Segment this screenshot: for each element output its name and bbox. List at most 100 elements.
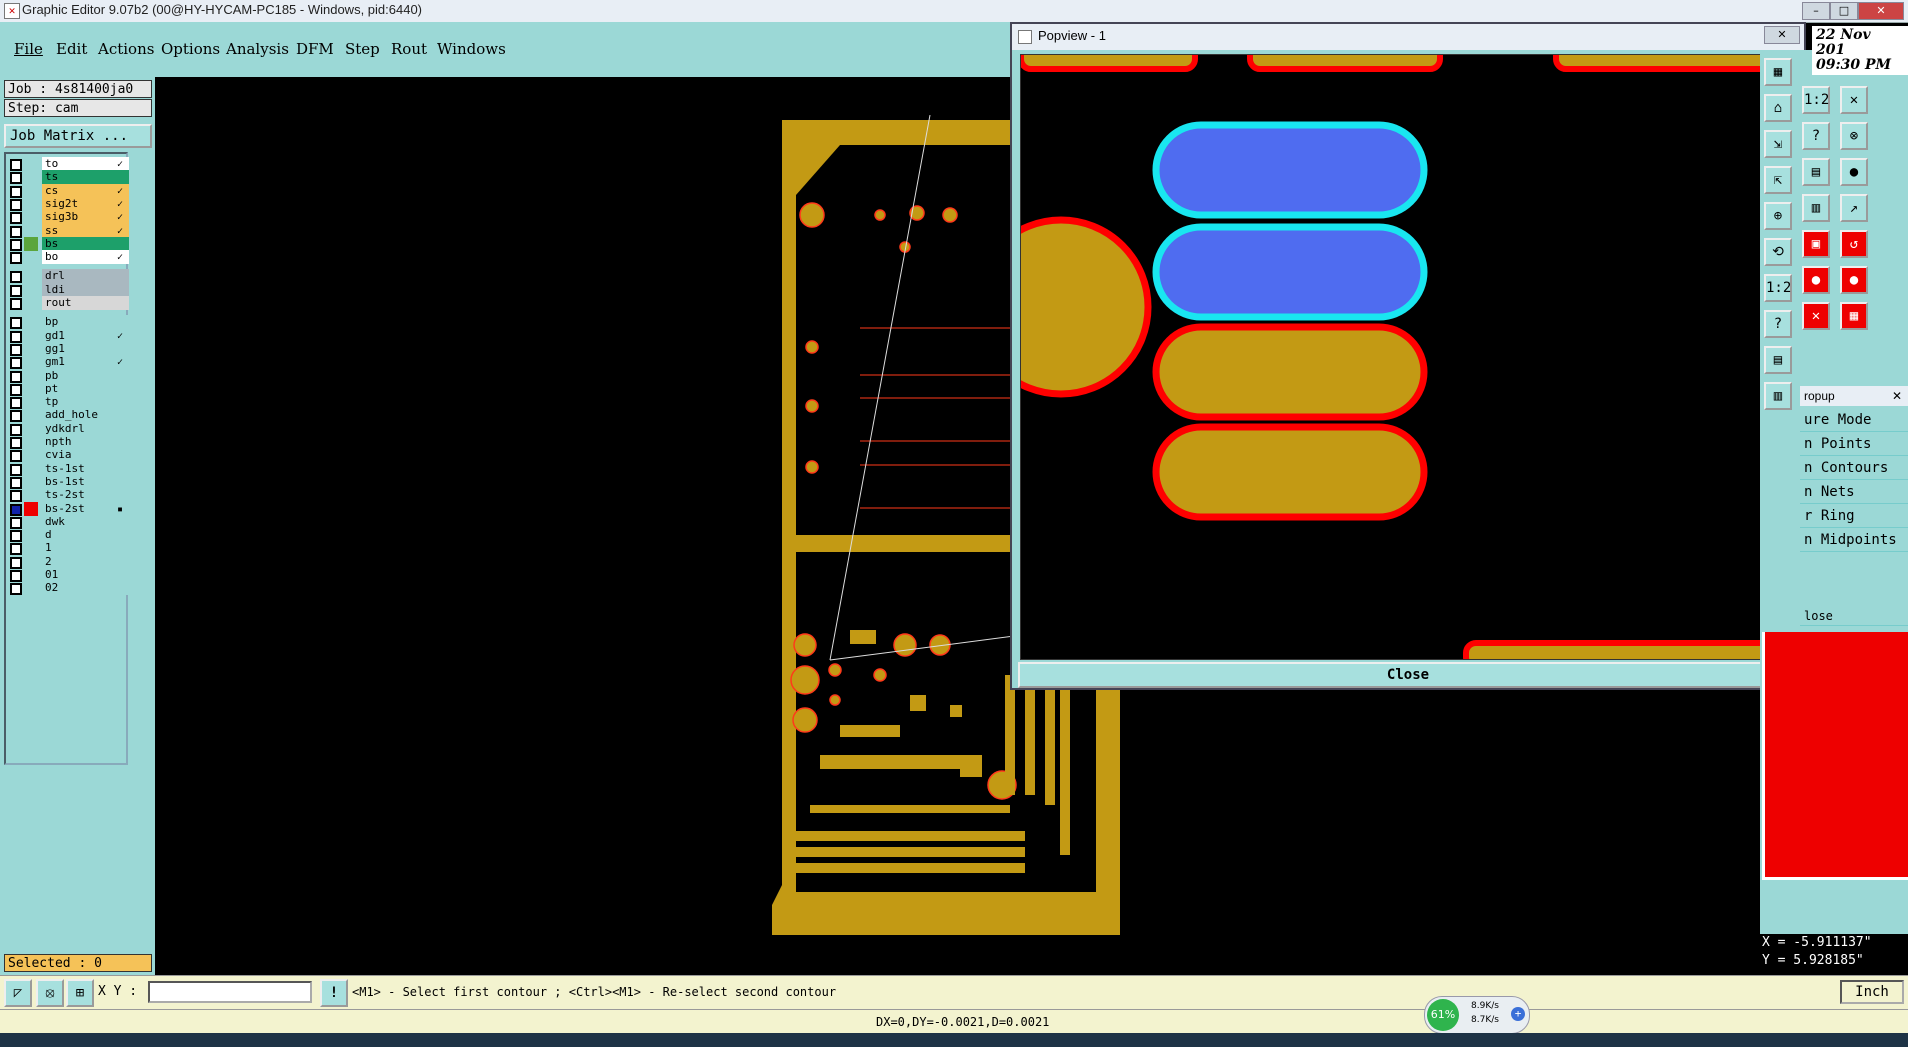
tool-button-icon[interactable]: ⇱ xyxy=(1764,166,1792,194)
layer-checkbox[interactable] xyxy=(10,583,22,596)
selected-oblong-pad-1[interactable] xyxy=(1152,121,1428,219)
units-selector[interactable]: Inch xyxy=(1840,980,1904,1004)
layer-affected-mark: ✓ xyxy=(116,252,123,264)
tool-button-icon[interactable]: ● xyxy=(1840,158,1868,186)
tool-button-icon[interactable]: ▦ xyxy=(1764,58,1792,86)
tool-button-icon[interactable]: ⇲ xyxy=(1764,130,1792,158)
snap-popup-title: ropup ✕ xyxy=(1800,386,1908,406)
snap-popup-title-text: ropup xyxy=(1804,389,1835,403)
tool-button-icon[interactable]: ▤ xyxy=(1802,158,1830,186)
selected-oblong-pad-2[interactable] xyxy=(1152,223,1428,321)
tool-button-icon[interactable]: ? xyxy=(1764,310,1792,338)
menu-rout[interactable]: Rout xyxy=(391,40,427,58)
window-titlebar: ✕ Graphic Editor 9.07b2 (00@HY-HYCAM-PC1… xyxy=(0,0,1908,23)
tool-button-icon[interactable]: ✕ xyxy=(1840,86,1868,114)
menu-step[interactable]: Step xyxy=(345,40,380,58)
tool-button-icon[interactable]: ✕ xyxy=(1802,302,1830,330)
alert-icon[interactable]: ! xyxy=(320,979,348,1007)
pad-top-middle xyxy=(1247,55,1443,72)
tool-button-icon[interactable]: ● xyxy=(1840,266,1868,294)
layer-color-swatch[interactable] xyxy=(24,296,38,310)
tool-button-icon[interactable]: ▣ xyxy=(1802,230,1830,258)
tool-button-icon[interactable]: ● xyxy=(1802,266,1830,294)
layer-checkbox[interactable] xyxy=(10,252,22,265)
snap-item-nets[interactable]: n Nets xyxy=(1800,480,1908,504)
delta-readout: DX=0,DY=-0.0021,D=0.0021 xyxy=(876,1015,1050,1029)
layer-color-preview xyxy=(1762,632,1908,880)
tool-button-icon[interactable]: ⌂ xyxy=(1764,94,1792,122)
menu-bar: File Edit Actions Options Analysis DFM S… xyxy=(0,22,1010,77)
popview-window: Popview - 1 ✕ Close xyxy=(1010,22,1806,690)
popview-app-icon xyxy=(1018,30,1032,44)
pad-top-left xyxy=(1021,55,1198,72)
coordinate-y: Y = 5.928185" xyxy=(1762,953,1864,968)
layer-list: to ✓ ts cs ✓ sig2t ✓ sig3b ✓ ss ✓ bs bo ✓ drl ldi rout bp… xyxy=(4,152,129,765)
layer-row[interactable]: 02 xyxy=(6,580,129,596)
xy-label: X Y : xyxy=(98,984,138,999)
network-monitor[interactable]: 61% 8.9K/s 8.7K/s + xyxy=(1424,996,1530,1034)
menu-windows[interactable]: Windows xyxy=(437,40,506,58)
tool-button-icon[interactable]: ▥ xyxy=(1764,382,1792,410)
measure-icon[interactable]: ◸ xyxy=(4,979,32,1007)
xy-input[interactable] xyxy=(148,981,312,1003)
grid-icon[interactable]: ⊞ xyxy=(66,979,94,1007)
tool-button-icon[interactable]: ▦ xyxy=(1840,302,1868,330)
layer-color-swatch[interactable] xyxy=(24,250,38,264)
layer-row[interactable]: rout xyxy=(6,295,129,311)
menu-file[interactable]: File xyxy=(14,40,43,58)
popview-canvas[interactable] xyxy=(1020,54,1776,660)
oblong-pad-3[interactable] xyxy=(1152,323,1428,421)
snap-item-points[interactable]: n Points xyxy=(1800,432,1908,456)
window-title: Graphic Editor 9.07b2 (00@HY-HYCAM-PC185… xyxy=(22,2,423,17)
layer-row[interactable]: bo ✓ xyxy=(6,249,129,265)
os-taskbar xyxy=(0,1033,1908,1047)
tool-button-icon[interactable]: ↺ xyxy=(1840,230,1868,258)
tool-button-icon[interactable]: 1:2 xyxy=(1802,86,1830,114)
snap-popup-close-x[interactable]: ✕ xyxy=(1892,386,1902,406)
snap-popup-close[interactable]: lose xyxy=(1800,606,1908,626)
app-icon: ✕ xyxy=(4,3,20,19)
snap-icon[interactable]: ⦻ xyxy=(36,979,64,1007)
layer-color-swatch[interactable] xyxy=(24,581,38,595)
snap-popup: ropup ✕ ure Mode n Points n Contours n N… xyxy=(1800,386,1908,626)
pad-bottom-right xyxy=(1463,640,1775,659)
tool-button-icon[interactable]: ↗ xyxy=(1840,194,1868,222)
snap-item-midpoints[interactable]: n Midpoints xyxy=(1800,528,1908,552)
layer-checkbox[interactable] xyxy=(10,298,22,310)
tool-button-icon[interactable]: ⊗ xyxy=(1840,122,1868,150)
add-icon[interactable]: + xyxy=(1511,1007,1525,1021)
menu-analysis[interactable]: Analysis xyxy=(226,40,289,58)
layer-name[interactable]: bo ✓ xyxy=(42,250,129,265)
snap-item-ring[interactable]: r Ring xyxy=(1800,504,1908,528)
menu-actions[interactable]: Actions xyxy=(98,40,154,58)
clock: 22 Nov 201 09:30 PM xyxy=(1812,26,1908,75)
popview-close-x[interactable]: ✕ xyxy=(1764,26,1800,44)
round-pad xyxy=(1021,216,1152,398)
tool-button-icon[interactable]: ▥ xyxy=(1802,194,1830,222)
layer-name[interactable]: rout xyxy=(42,296,129,310)
tool-button-icon[interactable]: ⊕ xyxy=(1764,202,1792,230)
network-percent: 61% xyxy=(1427,999,1459,1031)
job-matrix-button[interactable]: Job Matrix ... xyxy=(4,124,152,148)
menu-options[interactable]: Options xyxy=(161,40,220,58)
tool-button-icon[interactable]: ⟲ xyxy=(1764,238,1792,266)
menu-dfm[interactable]: DFM xyxy=(296,40,334,58)
layer-name[interactable]: 02 xyxy=(42,581,129,596)
clock-date: 22 Nov 201 xyxy=(1816,27,1871,58)
snap-item-contours[interactable]: n Contours xyxy=(1800,456,1908,480)
job-name: Job : 4s81400ja0 xyxy=(4,80,152,98)
minimize-button[interactable]: – xyxy=(1802,2,1830,20)
network-up: 8.9K/s xyxy=(1471,1001,1499,1011)
tool-button-icon[interactable]: ? xyxy=(1802,122,1830,150)
maximize-button[interactable]: □ xyxy=(1830,2,1858,20)
popview-close-button[interactable]: Close xyxy=(1018,662,1798,688)
menu-edit[interactable]: Edit xyxy=(56,40,87,58)
pad-top-right xyxy=(1553,55,1775,72)
tool-button-icon[interactable]: 1:2 xyxy=(1764,274,1792,302)
tool-button-icon[interactable]: ▤ xyxy=(1764,346,1792,374)
command-prompt: <M1> - Select first contour ; <Ctrl><M1>… xyxy=(352,985,837,999)
window-close-button[interactable]: ✕ xyxy=(1858,2,1904,20)
snap-item-capture-mode[interactable]: ure Mode xyxy=(1800,408,1908,432)
oblong-pad-4[interactable] xyxy=(1152,423,1428,521)
clock-time: 09:30 PM xyxy=(1816,57,1892,73)
